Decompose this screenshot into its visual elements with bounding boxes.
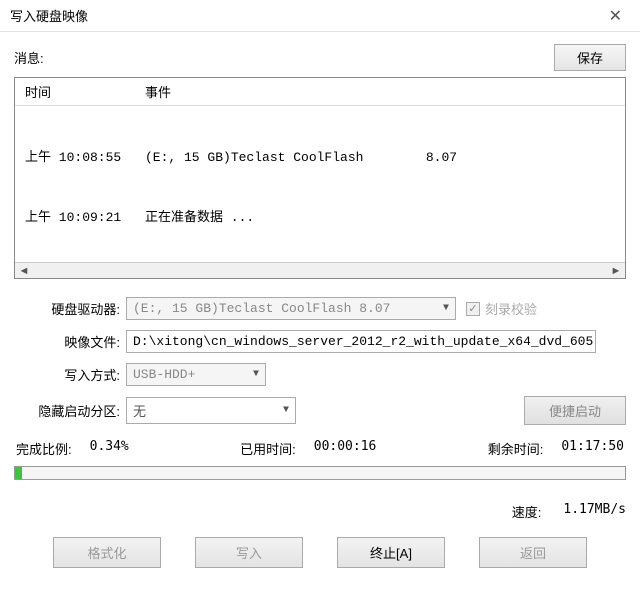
hidden-label: 隐藏启动分区: (14, 401, 126, 420)
drive-value: (E:, 15 GB)Teclast CoolFlash 8.07 (133, 301, 390, 316)
save-button[interactable]: 保存 (554, 44, 626, 71)
progress-bar (14, 466, 626, 480)
hidden-select[interactable]: 无 ▼ (126, 397, 296, 424)
form-area: 硬盘驱动器: (E:, 15 GB)Teclast CoolFlash 8.07… (14, 297, 626, 425)
info-label: 消息: (14, 48, 44, 67)
drive-row: 硬盘驱动器: (E:, 15 GB)Teclast CoolFlash 8.07… (14, 297, 626, 320)
method-row: 写入方式: USB-HDD+ ▼ (14, 363, 626, 386)
abort-button[interactable]: 终止[A] (337, 537, 445, 568)
scroll-right-icon[interactable]: ► (609, 265, 623, 277)
remain-label: 剩余时间: (488, 439, 544, 458)
speed-label: 速度: (512, 502, 542, 521)
drive-label: 硬盘驱动器: (14, 299, 126, 318)
log-box: 时间 事件 上午 10:08:55(E:, 15 GB)Teclast Cool… (14, 77, 626, 279)
log-col-event: 事件 (145, 82, 615, 101)
content-area: 消息: 保存 时间 事件 上午 10:08:55(E:, 15 GB)Tecla… (0, 32, 640, 578)
image-label: 映像文件: (14, 332, 126, 351)
method-select[interactable]: USB-HDD+ ▼ (126, 363, 266, 386)
method-label: 写入方式: (14, 365, 126, 384)
button-row: 格式化 写入 终止[A] 返回 (14, 537, 626, 568)
speed-line: 速度: 1.17MB/s (14, 502, 626, 521)
hidden-value: 无 (133, 401, 146, 420)
percent-label: 完成比例: (16, 439, 72, 458)
window-title: 写入硬盘映像 (10, 6, 88, 25)
elapsed-value: 00:00:16 (314, 439, 377, 458)
image-row: 映像文件: D:\xitong\cn_windows_server_2012_r… (14, 330, 626, 353)
remain-value: 01:17:50 (561, 439, 624, 458)
chevron-down-icon: ▼ (283, 405, 289, 416)
progress-stats: 完成比例: 0.34% 已用时间: 00:00:16 剩余时间: 01:17:5… (14, 439, 626, 458)
progress-fill (15, 467, 22, 479)
elapsed-group: 已用时间: 00:00:16 (240, 439, 376, 458)
log-row: 上午 10:09:21正在准备数据 ... (25, 208, 615, 228)
scroll-left-icon[interactable]: ◄ (17, 265, 31, 277)
verify-label: 刻录校验 (485, 299, 537, 318)
format-button[interactable]: 格式化 (53, 537, 161, 568)
image-field[interactable]: D:\xitong\cn_windows_server_2012_r2_with… (126, 330, 596, 353)
chevron-down-icon: ▼ (443, 303, 449, 314)
drive-select[interactable]: (E:, 15 GB)Teclast CoolFlash 8.07 ▼ (126, 297, 456, 320)
remain-group: 剩余时间: 01:17:50 (488, 439, 624, 458)
info-header: 消息: 保存 (14, 44, 626, 71)
chevron-down-icon: ▼ (253, 369, 259, 380)
percent-group: 完成比例: 0.34% (16, 439, 129, 458)
log-row: 上午 10:08:55(E:, 15 GB)Teclast CoolFlash … (25, 148, 615, 168)
close-icon[interactable]: ✕ (601, 2, 630, 30)
titlebar: 写入硬盘映像 ✕ (0, 0, 640, 32)
hidden-row: 隐藏启动分区: 无 ▼ 便捷启动 (14, 396, 626, 425)
method-value: USB-HDD+ (133, 367, 195, 382)
checkbox-icon: ✓ (466, 302, 480, 316)
log-col-time: 时间 (25, 82, 145, 101)
back-button[interactable]: 返回 (479, 537, 587, 568)
elapsed-label: 已用时间: (240, 439, 296, 458)
log-header: 时间 事件 (15, 78, 625, 106)
log-body[interactable]: 上午 10:08:55(E:, 15 GB)Teclast CoolFlash … (15, 106, 625, 262)
shortcut-boot-button[interactable]: 便捷启动 (524, 396, 626, 425)
verify-checkbox[interactable]: ✓ 刻录校验 (466, 299, 537, 318)
percent-value: 0.34% (90, 439, 129, 458)
horizontal-scrollbar[interactable]: ◄ ► (15, 262, 625, 278)
write-button[interactable]: 写入 (195, 537, 303, 568)
speed-value: 1.17MB/s (563, 502, 626, 521)
